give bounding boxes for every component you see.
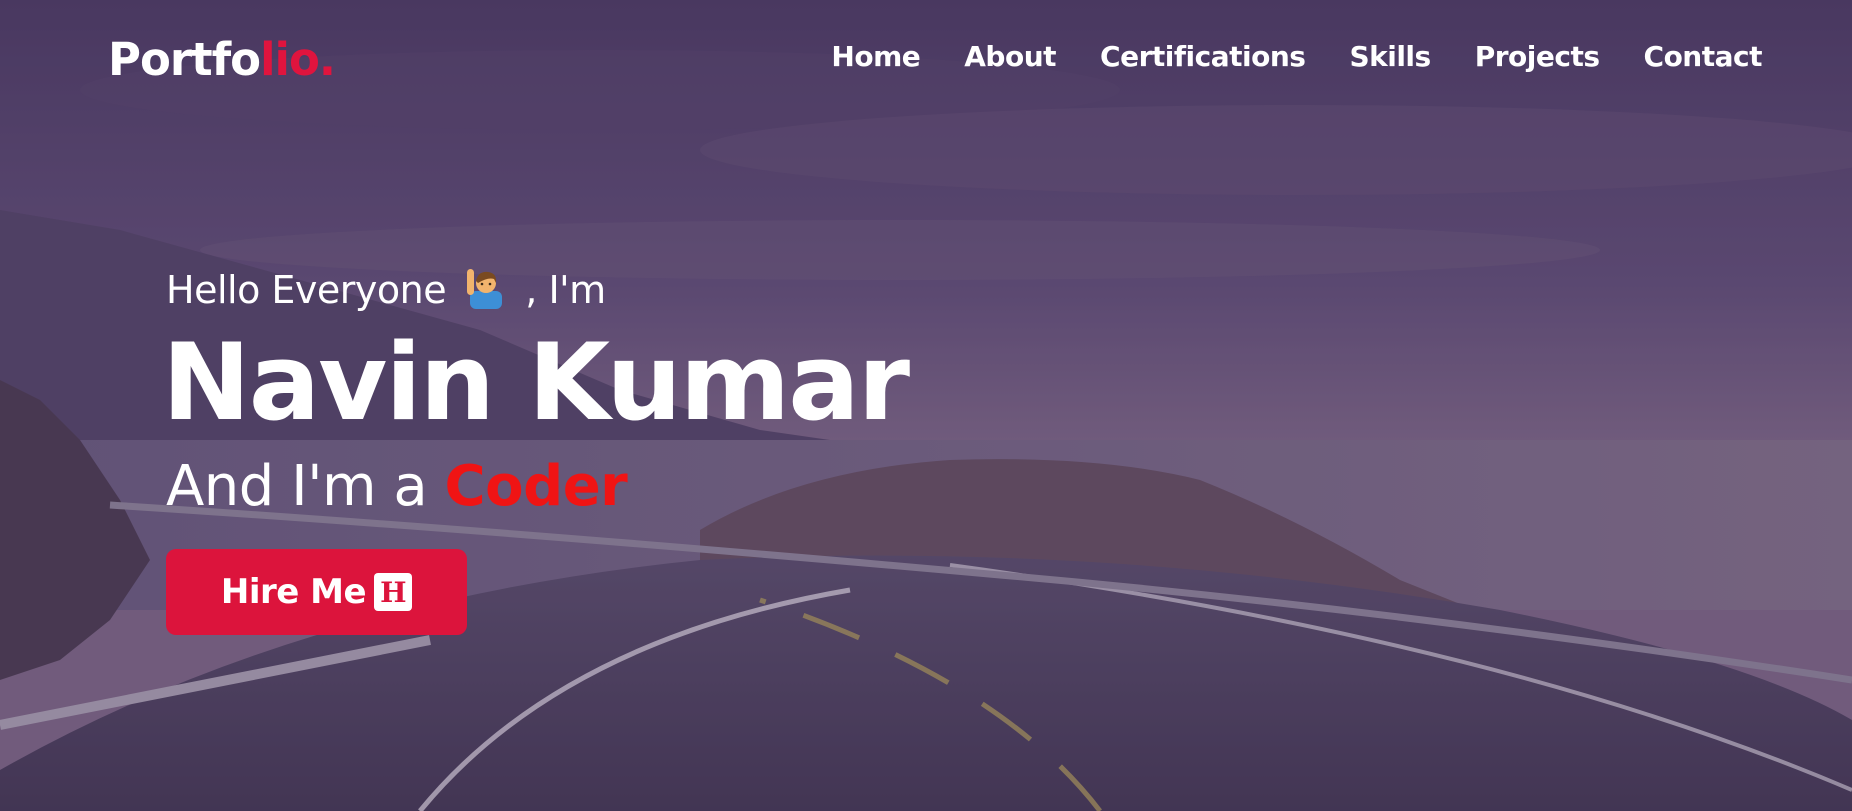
nav-item-skills[interactable]: Skills	[1349, 40, 1431, 73]
hero-tagline: And I'm a Coder	[166, 452, 628, 522]
hero-name: Navin Kumar	[162, 321, 910, 444]
hero-section: Portfolio. Home About Certifications Ski…	[0, 0, 1852, 811]
main-nav: Home About Certifications Skills Project…	[831, 40, 1762, 73]
greeting-text: Hello Everyone	[166, 268, 447, 312]
site-logo[interactable]: Portfolio.	[108, 30, 336, 90]
nav-item-certifications[interactable]: Certifications	[1100, 40, 1306, 73]
hire-me-label: Hire Me	[220, 572, 367, 612]
logo-main-text: Portfo	[108, 33, 261, 86]
nav-item-projects[interactable]: Projects	[1475, 40, 1600, 73]
nav-item-home[interactable]: Home	[831, 40, 920, 73]
hospital-h-icon: H	[374, 573, 413, 611]
tagline-prefix: And I'm a	[166, 454, 428, 519]
nav-item-contact[interactable]: Contact	[1644, 40, 1763, 73]
tagline-role: Coder	[444, 454, 628, 519]
hire-me-button[interactable]: Hire Me H	[166, 549, 467, 635]
logo-accent-text: lio.	[260, 33, 336, 86]
nav-item-about[interactable]: About	[964, 40, 1056, 73]
greeting-suffix: , I'm	[525, 268, 606, 312]
hero-greeting: Hello Everyone , I'm	[166, 264, 606, 316]
person-raising-hand-icon	[464, 265, 508, 309]
